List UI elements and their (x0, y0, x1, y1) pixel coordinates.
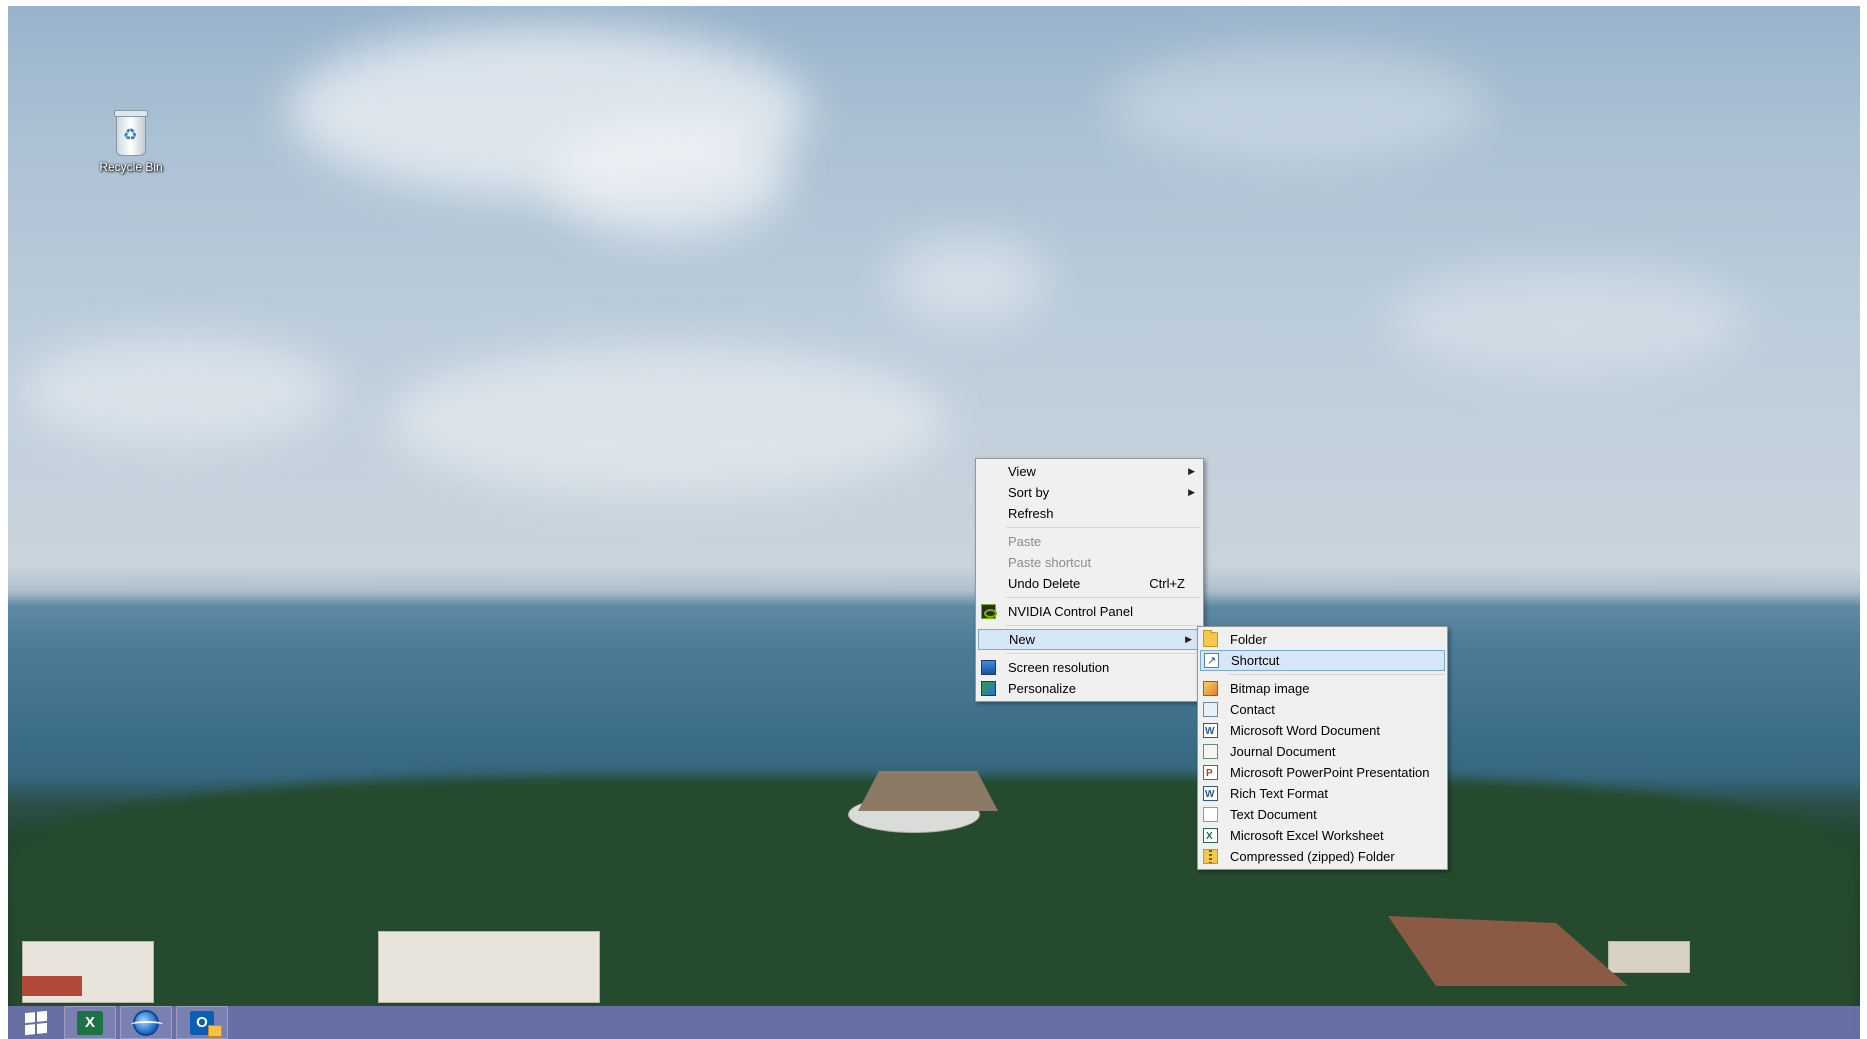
desktop-wallpaper[interactable]: ♻ Recycle Bin (8, 6, 1860, 1039)
menu-item-label: View (1008, 464, 1036, 479)
menu-item-sort-by[interactable]: Sort by ▶ (976, 482, 1203, 503)
new-item-word-document[interactable]: Microsoft Word Document (1198, 720, 1447, 742)
wallpaper-building (1608, 941, 1690, 973)
menu-item-label: Paste (1008, 534, 1042, 549)
menu-item-label: Microsoft Excel Worksheet (1230, 828, 1384, 843)
menu-item-label: Rich Text Format (1230, 786, 1329, 801)
menu-item-label: Bitmap image (1230, 681, 1310, 696)
wallpaper-cloud (1388, 266, 1748, 376)
internet-explorer-icon (131, 1009, 163, 1036)
menu-separator (1006, 625, 1201, 626)
new-item-powerpoint-presentation[interactable]: Microsoft PowerPoint Presentation (1198, 762, 1447, 784)
menu-item-new[interactable]: New ▶ (978, 629, 1201, 650)
wallpaper-cloud (1108, 46, 1488, 166)
start-button[interactable] (12, 1006, 60, 1039)
menu-item-label: Refresh (1008, 506, 1054, 521)
menu-item-view[interactable]: View ▶ (976, 461, 1203, 482)
excel-icon: X (77, 1010, 103, 1035)
wallpaper-cloud (548, 116, 788, 236)
new-item-text-document[interactable]: Text Document (1198, 804, 1447, 825)
journal-icon (1203, 744, 1218, 759)
text-document-icon (1203, 807, 1218, 822)
taskbar-outlook[interactable]: O (176, 1006, 228, 1039)
menu-separator (1006, 527, 1201, 528)
menu-item-label: Contact (1230, 702, 1275, 717)
excel-worksheet-icon (1203, 826, 1218, 847)
menu-item-label: Text Document (1230, 807, 1317, 822)
word-document-icon (1203, 721, 1218, 742)
taskbar-excel[interactable]: X (64, 1006, 116, 1039)
new-item-folder[interactable]: Folder (1198, 629, 1447, 650)
menu-separator (1006, 597, 1201, 598)
nvidia-icon (981, 604, 997, 619)
menu-item-paste[interactable]: Paste (976, 531, 1203, 552)
wallpaper-cloud (18, 336, 338, 446)
menu-item-shortcut-key: Ctrl+Z (1149, 576, 1185, 591)
menu-separator (1006, 653, 1201, 654)
new-item-journal-document[interactable]: Journal Document (1198, 741, 1447, 762)
wallpaper-roof (858, 771, 998, 811)
shortcut-icon (1204, 652, 1219, 671)
menu-separator (1228, 674, 1445, 675)
menu-item-label: Screen resolution (1008, 660, 1110, 675)
wallpaper-roof (22, 976, 82, 996)
windows-start-icon (25, 1010, 47, 1035)
menu-item-label: New (1009, 632, 1036, 647)
outlook-icon: O (190, 1010, 222, 1037)
menu-item-refresh[interactable]: Refresh (976, 503, 1203, 524)
menu-item-nvidia-control-panel[interactable]: NVIDIA Control Panel (976, 601, 1203, 622)
menu-item-label: Microsoft PowerPoint Presentation (1230, 765, 1430, 780)
menu-item-label: NVIDIA Control Panel (1008, 604, 1134, 619)
submenu-arrow-icon: ▶ (1188, 466, 1195, 476)
new-item-excel-worksheet[interactable]: Microsoft Excel Worksheet (1198, 825, 1447, 847)
menu-item-label: Microsoft Word Document (1230, 723, 1381, 738)
bitmap-icon (1203, 681, 1218, 696)
menu-item-label: Compressed (zipped) Folder (1230, 849, 1395, 864)
submenu-arrow-icon: ▶ (1188, 487, 1195, 497)
rich-text-icon (1203, 784, 1218, 805)
zip-folder-icon (1203, 849, 1218, 864)
menu-item-personalize[interactable]: Personalize (976, 678, 1203, 699)
submenu-arrow-icon: ▶ (1185, 634, 1192, 644)
new-item-compressed-folder[interactable]: Compressed (zipped) Folder (1198, 846, 1447, 867)
new-item-bitmap-image[interactable]: Bitmap image (1198, 678, 1447, 699)
recycle-bin-label: Recycle Bin (99, 160, 163, 174)
taskbar: X O (8, 1006, 1860, 1039)
display-icon (981, 660, 996, 675)
new-submenu: Folder Shortcut Bitmap image Contact Mic… (1197, 626, 1448, 870)
desktop-context-menu: View ▶ Sort by ▶ Refresh Paste Paste sho… (975, 458, 1204, 702)
folder-icon (1203, 630, 1218, 647)
menu-item-undo-delete[interactable]: Undo Delete Ctrl+Z (976, 573, 1203, 594)
menu-item-label: Shortcut (1231, 653, 1280, 668)
powerpoint-icon (1203, 763, 1218, 784)
new-item-rich-text-format[interactable]: Rich Text Format (1198, 783, 1447, 805)
contact-icon (1203, 702, 1218, 717)
menu-item-label: Paste shortcut (1008, 555, 1092, 570)
new-item-contact[interactable]: Contact (1198, 699, 1447, 720)
menu-item-label: Undo Delete (1008, 576, 1081, 591)
wallpaper-cloud (888, 236, 1048, 326)
menu-item-label: Sort by (1008, 485, 1050, 500)
wallpaper-cloud (388, 346, 948, 496)
personalize-icon (981, 681, 996, 696)
menu-item-label: Journal Document (1230, 744, 1336, 759)
taskbar-internet-explorer[interactable] (120, 1006, 172, 1039)
new-item-shortcut[interactable]: Shortcut (1200, 650, 1445, 671)
menu-item-label: Personalize (1008, 681, 1076, 696)
recycle-bin[interactable]: ♻ Recycle Bin (86, 110, 176, 174)
menu-item-label: Folder (1230, 632, 1267, 647)
recycle-bin-icon: ♻ (114, 110, 148, 156)
menu-item-paste-shortcut[interactable]: Paste shortcut (976, 552, 1203, 573)
wallpaper-building (378, 931, 600, 1003)
menu-item-screen-resolution[interactable]: Screen resolution (976, 657, 1203, 678)
